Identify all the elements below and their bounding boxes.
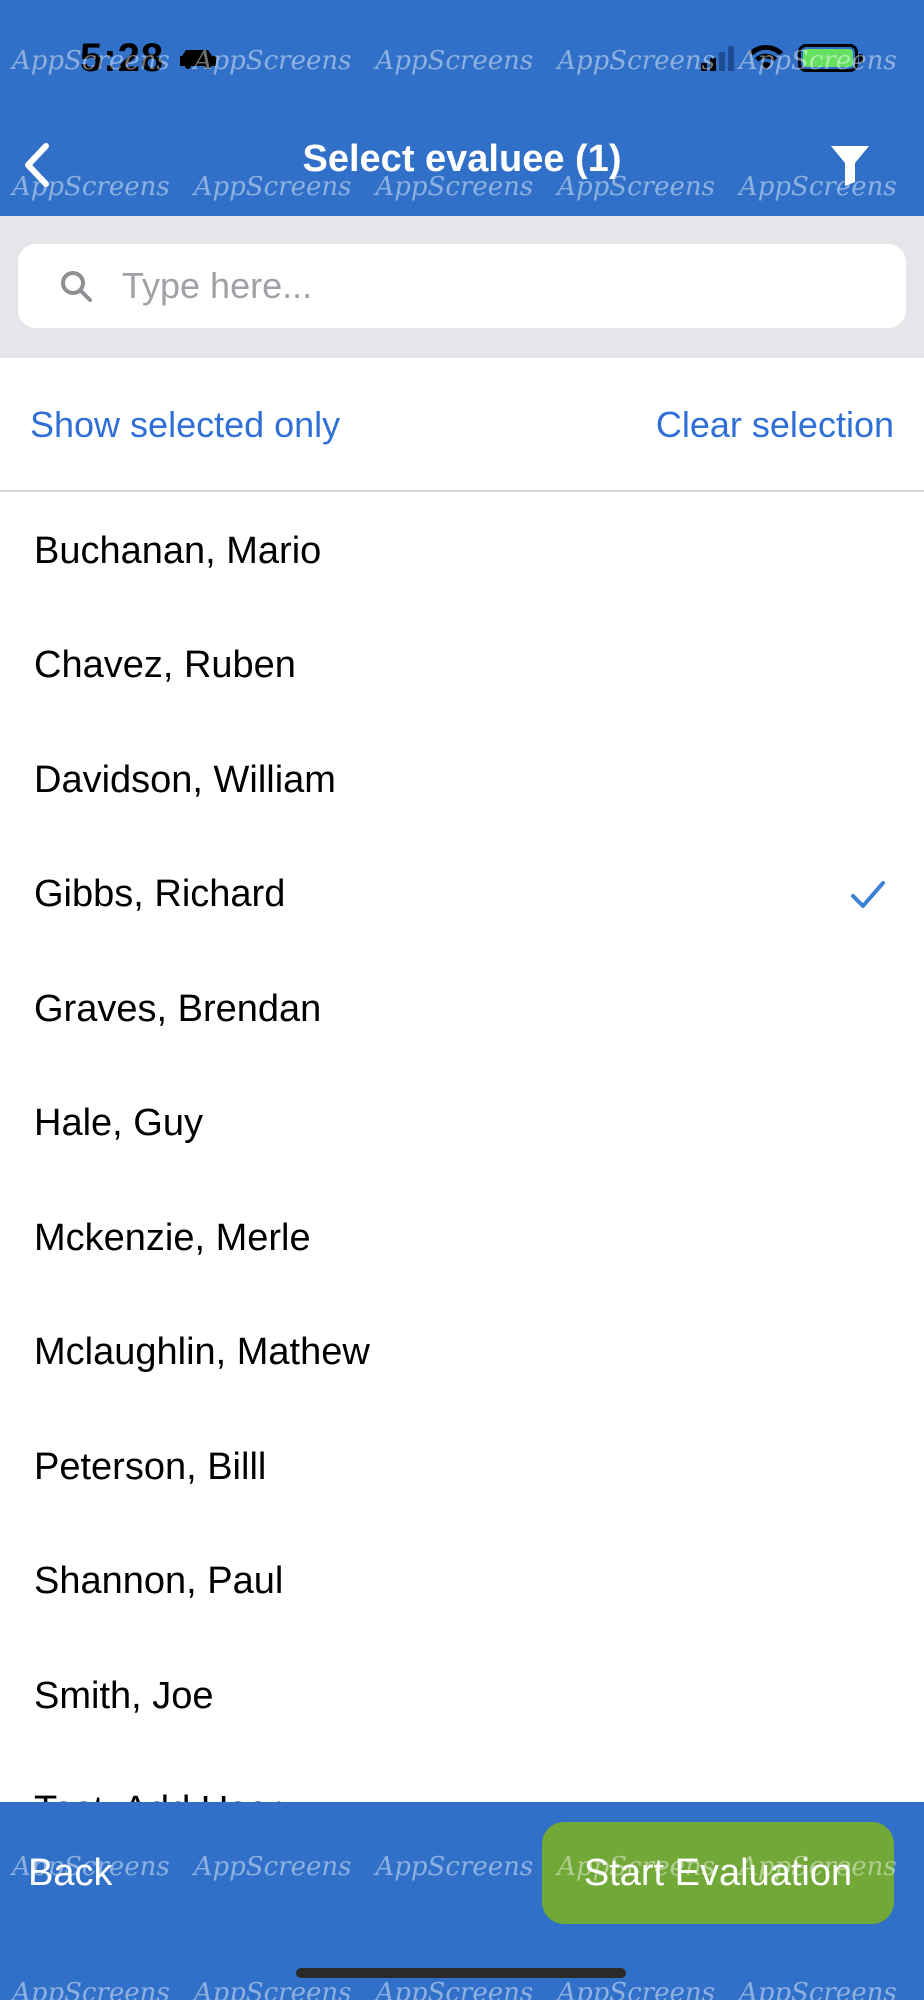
evaluee-name: Test, Add User xyxy=(34,1789,281,1802)
search-input[interactable] xyxy=(122,254,882,318)
watermark-text: AppScreens xyxy=(375,1978,534,2000)
filter-icon[interactable] xyxy=(828,142,872,188)
start-evaluation-button[interactable]: Start Evaluation xyxy=(542,1822,894,1924)
list-item[interactable]: Davidson, William xyxy=(0,723,924,838)
list-item[interactable]: Smith, Joe xyxy=(0,1639,924,1754)
watermark-text: AppScreens xyxy=(557,1978,715,2000)
cellular-signal-icon xyxy=(701,45,734,71)
evaluee-name: Smith, Joe xyxy=(34,1674,214,1717)
list-item[interactable]: Mckenzie, Merle xyxy=(0,1181,924,1296)
list-item[interactable]: Mclaughlin, Mathew xyxy=(0,1296,924,1411)
list-item[interactable]: Hale, Guy xyxy=(0,1067,924,1182)
evaluee-name: Gibbs, Richard xyxy=(34,873,286,916)
watermark-row: AppScreens AppScreens AppScreens AppScre… xyxy=(12,1978,897,2000)
evaluee-name: Chavez, Ruben xyxy=(34,644,296,687)
status-time: 5:28 xyxy=(80,36,165,80)
watermark-text: AppScreens xyxy=(375,46,534,76)
search-icon xyxy=(61,271,92,302)
watermark-text: AppScreens xyxy=(375,1852,534,1882)
list-item[interactable]: Buchanan, Mario xyxy=(0,494,924,609)
watermark-text: AppScreens xyxy=(12,1978,170,2000)
car-icon xyxy=(180,50,216,69)
list-item[interactable]: Shannon, Paul xyxy=(0,1525,924,1640)
clear-selection-link[interactable]: Clear selection xyxy=(656,404,894,446)
evaluee-name: Buchanan, Mario xyxy=(34,529,322,572)
watermark-text: AppScreens xyxy=(193,1978,352,2000)
list-item[interactable]: Chavez, Ruben xyxy=(0,609,924,724)
battery-icon xyxy=(798,44,863,72)
watermark-text: AppScreens xyxy=(557,46,715,76)
selection-actions: Show selected only Clear selection xyxy=(0,358,924,492)
home-indicator[interactable] xyxy=(296,1968,626,1978)
evaluee-name: Mclaughlin, Mathew xyxy=(34,1331,370,1374)
page-title: Select evaluee (1) xyxy=(302,138,622,180)
status-indicators xyxy=(701,44,863,72)
list-item-selected[interactable]: Gibbs, Richard xyxy=(0,838,924,953)
list-item[interactable]: Test, Add User xyxy=(0,1754,924,1802)
evaluee-list: Buchanan, Mario Chavez, Ruben Davidson, … xyxy=(0,494,924,1802)
bottom-action-bar: Back Start Evaluation AppScreens AppScre… xyxy=(0,1802,924,2000)
evaluee-name: Graves, Brendan xyxy=(34,987,322,1030)
evaluee-name: Davidson, William xyxy=(34,758,336,801)
back-button[interactable]: Back xyxy=(28,1852,112,1895)
watermark-text: AppScreens xyxy=(738,1978,897,2000)
list-item[interactable]: Peterson, Billl xyxy=(0,1410,924,1525)
top-app-bar: 5:28 Select evaluee (1) AppScreens AppSc… xyxy=(0,0,924,216)
evaluee-name: Peterson, Billl xyxy=(34,1445,267,1488)
show-selected-only-link[interactable]: Show selected only xyxy=(30,404,340,446)
evaluee-name: Hale, Guy xyxy=(34,1102,203,1145)
list-item[interactable]: Graves, Brendan xyxy=(0,952,924,1067)
evaluee-name: Shannon, Paul xyxy=(34,1560,284,1603)
checkmark-icon xyxy=(851,880,885,908)
wifi-icon xyxy=(749,44,783,70)
watermark-text: AppScreens xyxy=(193,1852,352,1882)
evaluee-name: Mckenzie, Merle xyxy=(34,1216,311,1259)
